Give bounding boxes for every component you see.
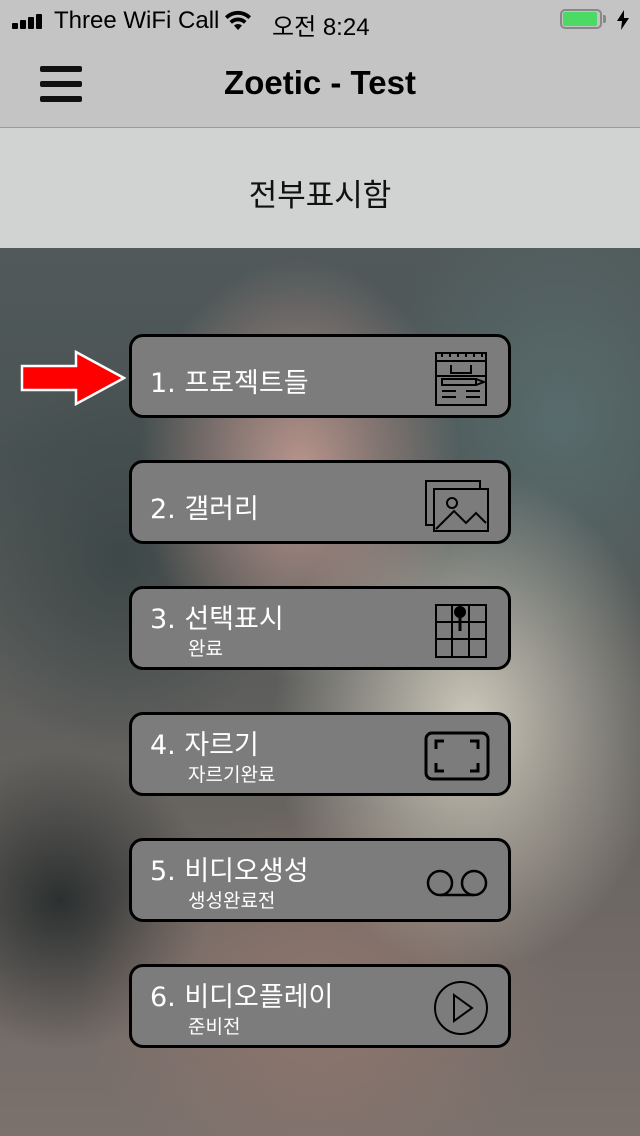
navigation-bar: Zoetic - Test: [0, 40, 640, 128]
battery-icon: [560, 9, 608, 31]
section-title: 전부표시함: [248, 178, 392, 214]
select-mark-button[interactable]: 3. 선택표시 완료: [129, 586, 511, 670]
grid-pin-icon: [435, 604, 487, 658]
gallery-button[interactable]: 2. 갤러리: [129, 460, 511, 544]
gallery-icon: [425, 480, 489, 532]
carrier-name: Three WiFi Call: [54, 7, 220, 34]
video-play-button-label: 6. 비디오플레이: [150, 982, 334, 1013]
app-title: Zoetic - Test: [224, 64, 416, 101]
cellular-signal-icon: [12, 13, 46, 29]
projects-button-label: 1. 프로젝트들: [150, 368, 309, 399]
wifi-icon: [225, 10, 251, 30]
project-board-icon: [435, 352, 487, 406]
select-mark-button-label: 3. 선택표시: [150, 604, 284, 635]
crop-button[interactable]: 4. 자르기 자르기완료: [129, 712, 511, 796]
play-circle-icon: [434, 981, 488, 1035]
section-header: 전부표시함: [0, 128, 640, 248]
video-create-status: 생성완료전: [188, 890, 276, 912]
tape-reels-icon: [426, 869, 488, 897]
video-play-button[interactable]: 6. 비디오플레이 준비전: [129, 964, 511, 1048]
video-create-button[interactable]: 5. 비디오생성 생성완료전: [129, 838, 511, 922]
video-create-button-label: 5. 비디오생성: [150, 856, 309, 887]
status-time: 오전 8:24: [272, 14, 370, 41]
status-bar: Three WiFi Call 오전 8:24: [0, 0, 640, 41]
projects-button[interactable]: 1. 프로젝트들: [129, 334, 511, 418]
select-mark-status: 완료: [188, 638, 223, 660]
gallery-button-label: 2. 갤러리: [150, 494, 259, 525]
crop-frame-icon: [424, 731, 490, 781]
red-arrow-icon: [20, 350, 126, 406]
video-play-status: 준비전: [188, 1016, 241, 1038]
crop-status: 자르기완료: [188, 764, 276, 786]
charging-bolt-icon: [617, 10, 629, 30]
crop-button-label: 4. 자르기: [150, 730, 259, 761]
